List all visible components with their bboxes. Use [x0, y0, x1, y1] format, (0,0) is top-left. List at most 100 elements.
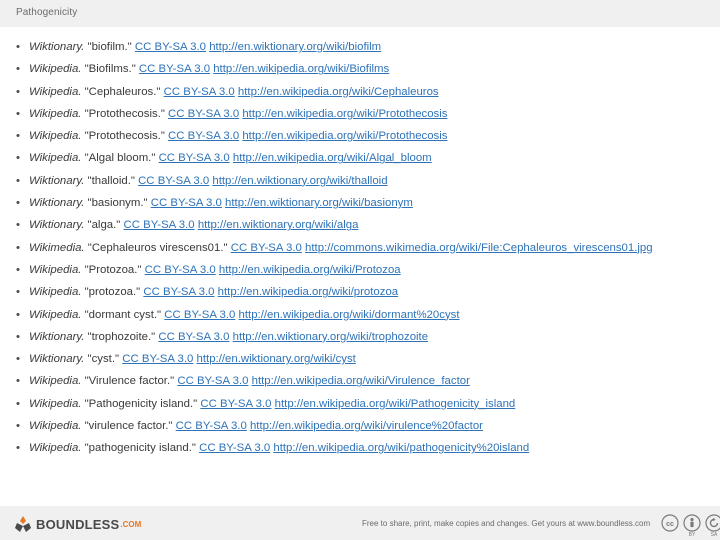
reference-source: Wiktionary.: [29, 353, 85, 366]
page-title: Pathogenicity: [16, 7, 78, 18]
cc-icon: cc: [661, 514, 679, 532]
bullet-icon: •: [16, 308, 20, 321]
by-icon: [683, 514, 701, 532]
reference-source: Wikipedia.: [29, 442, 82, 455]
reference-item: • Wiktionary. "basionym." CC BY-SA 3.0 ht…: [16, 196, 716, 218]
bullet-icon: •: [16, 241, 20, 254]
license-link[interactable]: CC BY-SA 3.0: [138, 175, 209, 187]
reference-url-link[interactable]: http://en.wikipedia.org/wiki/dormant%20c…: [239, 309, 460, 321]
reference-url-link[interactable]: http://en.wikipedia.org/wiki/Cephaleuros: [238, 86, 439, 98]
reference-item: • Wikipedia. "Pathogenicity island." CC B…: [16, 397, 716, 419]
reference-item: • Wikipedia. "Biofilms." CC BY-SA 3.0 htt…: [16, 62, 716, 84]
reference-item: • Wikipedia. "Protothecosis." CC BY-SA 3.…: [16, 129, 716, 151]
reference-title: "Cephaleuros.": [81, 85, 164, 98]
license-link[interactable]: CC BY-SA 3.0: [135, 41, 206, 53]
reference-url-link[interactable]: http://en.wikipedia.org/wiki/virulence%2…: [250, 420, 483, 432]
license-link[interactable]: CC BY-SA 3.0: [164, 86, 235, 98]
license-link[interactable]: CC BY-SA 3.0: [139, 63, 210, 75]
bullet-icon: •: [16, 219, 20, 232]
reference-source: Wikipedia.: [29, 130, 82, 143]
boundless-logo[interactable]: BOUNDLESS .COM: [14, 515, 141, 533]
reference-item: • Wikipedia. "virulence factor." CC BY-SA…: [16, 419, 716, 441]
license-link[interactable]: CC BY-SA 3.0: [176, 420, 247, 432]
license-link[interactable]: CC BY-SA 3.0: [177, 375, 248, 387]
reference-url-link[interactable]: http://en.wiktionary.org/wiki/cyst: [197, 353, 356, 365]
reference-item: • Wiktionary. "biofilm." CC BY-SA 3.0 htt…: [16, 40, 716, 62]
reference-title: "Virulence factor.": [81, 375, 178, 388]
reference-source: Wiktionary.: [29, 330, 85, 343]
license-link[interactable]: CC BY-SA 3.0: [151, 197, 222, 209]
reference-title: "protozoa.": [81, 286, 144, 299]
reference-url-link[interactable]: http://en.wiktionary.org/wiki/alga: [198, 219, 359, 231]
reference-url-link[interactable]: http://commons.wikimedia.org/wiki/File:C…: [305, 242, 653, 254]
reference-source: Wikipedia.: [29, 85, 82, 98]
reference-title: "Protothecosis.": [81, 107, 169, 120]
by-label: BY: [688, 532, 696, 538]
svg-text:cc: cc: [666, 521, 674, 528]
reference-url-link[interactable]: http://en.wikipedia.org/wiki/Virulence_f…: [252, 375, 470, 387]
reference-source: Wikipedia.: [29, 397, 82, 410]
reference-url-link[interactable]: http://en.wikipedia.org/wiki/Pathogenici…: [275, 398, 516, 410]
reference-item: • Wikipedia. "protozoa." CC BY-SA 3.0 htt…: [16, 285, 716, 307]
reference-source: Wikipedia.: [29, 286, 82, 299]
bullet-icon: •: [16, 197, 20, 210]
license-link[interactable]: CC BY-SA 3.0: [200, 398, 271, 410]
footer-band: BOUNDLESS .COM Free to share, print, mak…: [0, 506, 720, 540]
reference-item: • Wikipedia. "Virulence factor." CC BY-SA…: [16, 374, 716, 396]
reference-source: Wiktionary.: [29, 219, 85, 232]
reference-source: Wikimedia.: [29, 241, 85, 254]
reference-url-link[interactable]: http://en.wikipedia.org/wiki/Protothecos…: [242, 108, 447, 120]
reference-url-link[interactable]: http://en.wikipedia.org/wiki/Algal_bloom: [233, 152, 432, 164]
reference-url-link[interactable]: http://en.wikipedia.org/wiki/Protozoa: [219, 264, 401, 276]
license-link[interactable]: CC BY-SA 3.0: [158, 331, 229, 343]
bullet-icon: •: [16, 263, 20, 276]
reference-title: "biofilm.": [84, 41, 135, 53]
bullet-icon: •: [16, 375, 20, 388]
reference-source: Wikipedia.: [29, 152, 82, 165]
bullet-icon: •: [16, 353, 20, 366]
reference-url-link[interactable]: http://en.wiktionary.org/wiki/basionym: [225, 197, 413, 209]
license-link[interactable]: CC BY-SA 3.0: [168, 130, 239, 142]
reference-item: • Wikipedia. "pathogenicity island." CC B…: [16, 441, 716, 463]
reference-item: • Wiktionary. "thalloid." CC BY-SA 3.0 ht…: [16, 174, 716, 196]
license-link[interactable]: CC BY-SA 3.0: [122, 353, 193, 365]
reference-url-link[interactable]: http://en.wiktionary.org/wiki/trophozoit…: [233, 331, 428, 343]
reference-source: Wikipedia.: [29, 420, 82, 433]
reference-url-link[interactable]: http://en.wikipedia.org/wiki/Biofilms: [213, 63, 389, 75]
license-link[interactable]: CC BY-SA 3.0: [231, 242, 302, 254]
reference-item: • Wiktionary. "trophozoite." CC BY-SA 3.0…: [16, 330, 716, 352]
by-badge: BY: [683, 514, 701, 538]
bullet-icon: •: [16, 442, 20, 455]
license-link[interactable]: CC BY-SA 3.0: [168, 108, 239, 120]
bullet-icon: •: [16, 63, 20, 76]
reference-source: Wikipedia.: [29, 263, 82, 276]
bullet-icon: •: [16, 152, 20, 165]
license-link[interactable]: CC BY-SA 3.0: [164, 309, 235, 321]
license-link[interactable]: CC BY-SA 3.0: [124, 219, 195, 231]
license-link[interactable]: CC BY-SA 3.0: [143, 286, 214, 298]
reference-item: • Wikipedia. "Protozoa." CC BY-SA 3.0 htt…: [16, 263, 716, 285]
reference-url-link[interactable]: http://en.wiktionary.org/wiki/biofilm: [209, 41, 381, 53]
reference-title: "virulence factor.": [81, 420, 176, 433]
header-band: Pathogenicity: [0, 0, 720, 27]
reference-list: • Wiktionary. "biofilm." CC BY-SA 3.0 htt…: [16, 40, 716, 464]
reference-url-link[interactable]: http://en.wikipedia.org/wiki/pathogenici…: [273, 442, 529, 454]
reference-source: Wiktionary.: [29, 174, 85, 187]
reference-url-link[interactable]: http://en.wikipedia.org/wiki/Protothecos…: [242, 130, 447, 142]
reference-title: "dormant cyst.": [81, 308, 165, 321]
cc-license-badges[interactable]: cc BY SA: [661, 514, 720, 538]
reference-title: "Protothecosis.": [81, 130, 169, 143]
reference-title: "Protozoa.": [81, 263, 145, 276]
reference-title: "alga.": [84, 219, 124, 232]
license-link[interactable]: CC BY-SA 3.0: [159, 152, 230, 164]
reference-title: "trophozoite.": [84, 330, 159, 343]
reference-source: Wikipedia.: [29, 63, 82, 76]
license-link[interactable]: CC BY-SA 3.0: [145, 264, 216, 276]
reference-source: Wikipedia.: [29, 107, 82, 120]
reference-title: "pathogenicity island.": [81, 442, 200, 455]
reference-url-link[interactable]: http://en.wikipedia.org/wiki/protozoa: [218, 286, 398, 298]
license-link[interactable]: CC BY-SA 3.0: [199, 442, 270, 454]
reference-url-link[interactable]: http://en.wiktionary.org/wiki/thalloid: [212, 175, 387, 187]
reference-source: Wikipedia.: [29, 375, 82, 388]
reference-item: • Wikipedia. "Cephaleuros." CC BY-SA 3.0 …: [16, 85, 716, 107]
